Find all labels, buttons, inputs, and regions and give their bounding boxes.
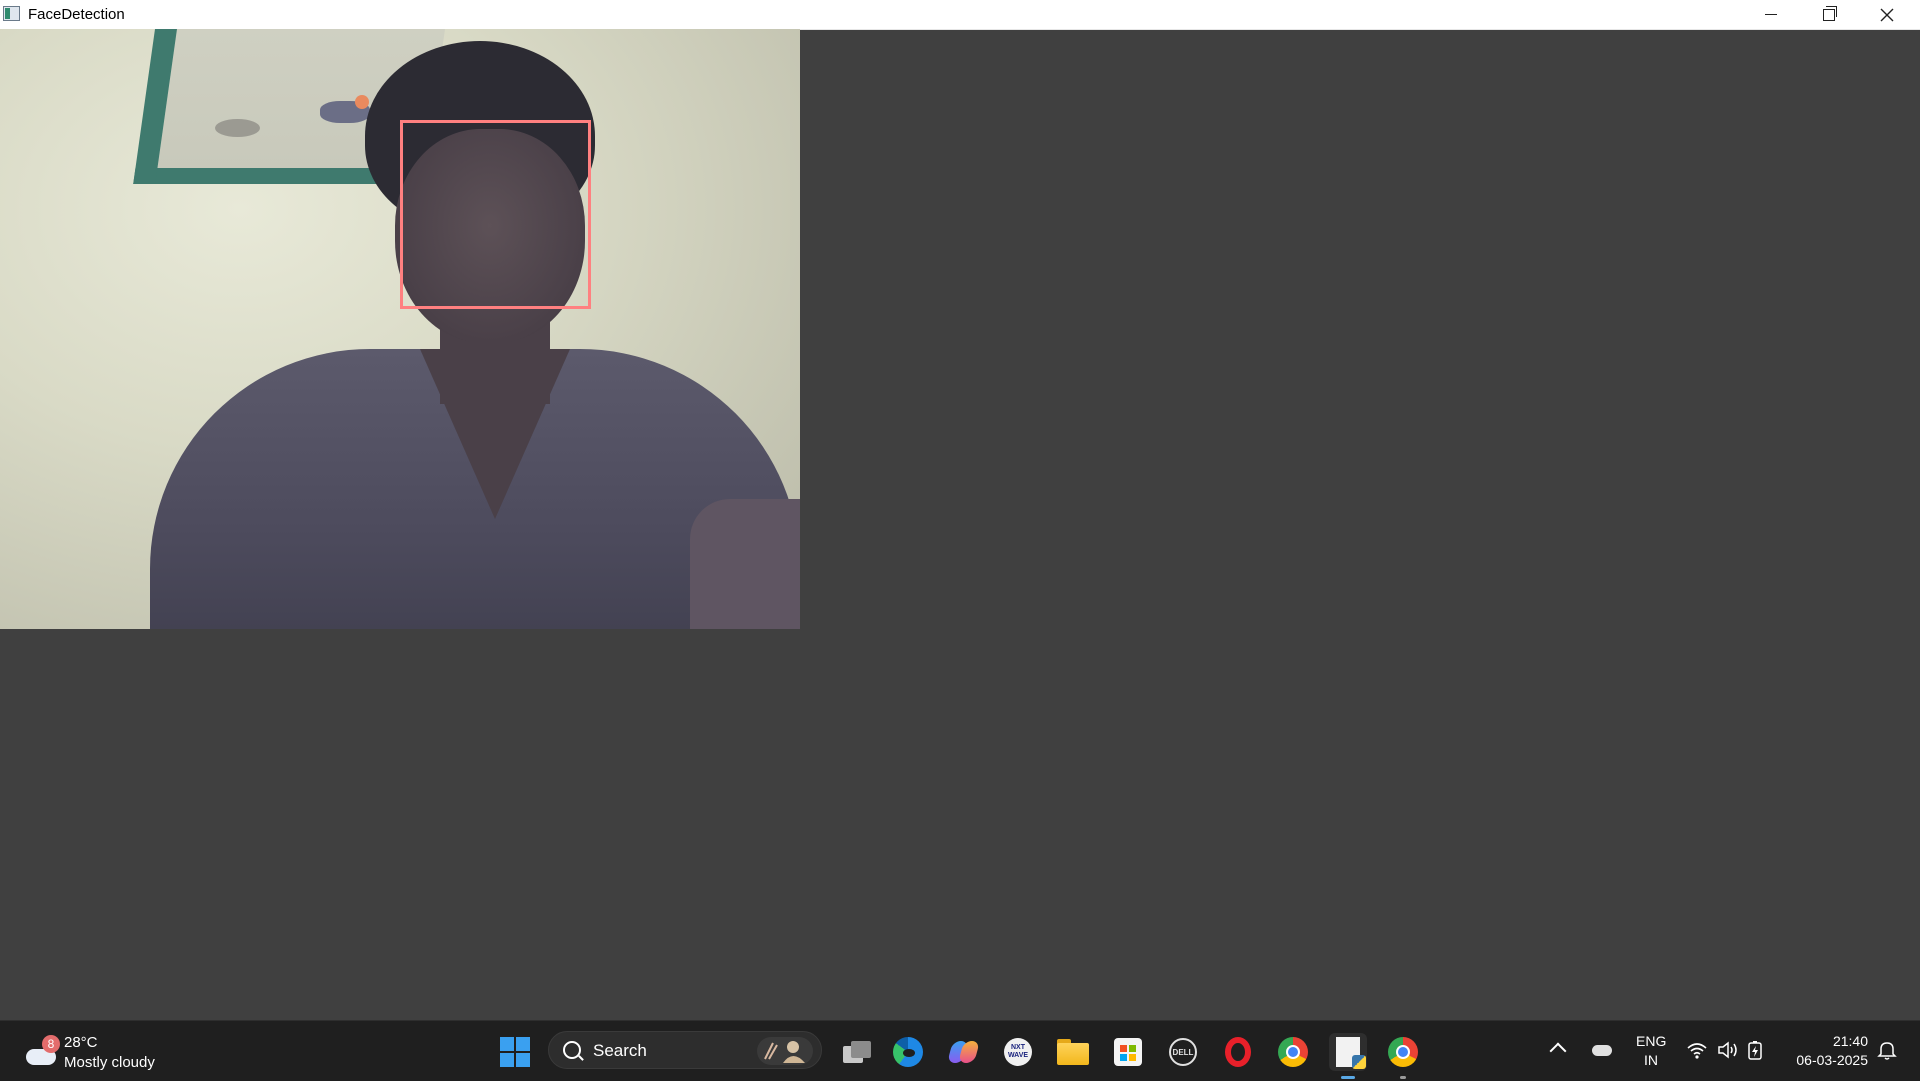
weather-widget[interactable]: 8 28°C Mostly cloudy bbox=[20, 1033, 180, 1073]
file-explorer-button[interactable] bbox=[1054, 1033, 1092, 1071]
notification-bell-icon[interactable] bbox=[1876, 1039, 1898, 1061]
file-explorer-icon bbox=[1057, 1039, 1089, 1065]
close-icon bbox=[1880, 8, 1894, 21]
chrome-icon bbox=[1278, 1037, 1308, 1067]
edge-button[interactable] bbox=[889, 1033, 927, 1071]
microsoft-store-button[interactable] bbox=[1109, 1033, 1147, 1071]
python-app-icon bbox=[1336, 1037, 1366, 1069]
edge-icon bbox=[893, 1037, 923, 1067]
chrome-profile-button[interactable] bbox=[1384, 1033, 1422, 1079]
window-title: FaceDetection bbox=[28, 6, 125, 23]
clock-date[interactable]: 06-03-2025 bbox=[1776, 1052, 1868, 1068]
clock-time[interactable]: 21:40 bbox=[1776, 1033, 1868, 1049]
opera-icon bbox=[1225, 1037, 1251, 1067]
dell-button[interactable]: DELL bbox=[1164, 1033, 1202, 1071]
restore-icon bbox=[1823, 5, 1837, 21]
language-indicator-line1[interactable]: ENG bbox=[1636, 1033, 1666, 1049]
restore-button[interactable] bbox=[1800, 0, 1858, 29]
chrome-button[interactable] bbox=[1274, 1033, 1312, 1071]
cloud-icon: 8 bbox=[24, 1035, 60, 1065]
taskbar-search[interactable]: Search bbox=[548, 1031, 822, 1069]
copilot-button[interactable] bbox=[944, 1033, 982, 1071]
face-detection-box bbox=[400, 120, 591, 309]
chrome-profile-icon bbox=[1388, 1037, 1418, 1067]
search-label: Search bbox=[593, 1041, 647, 1060]
person-arm bbox=[690, 499, 800, 629]
onedrive-cloud-icon[interactable] bbox=[1592, 1045, 1612, 1056]
nxtwave-icon: NXT WAVE bbox=[1004, 1038, 1032, 1066]
opera-button[interactable] bbox=[1219, 1033, 1257, 1071]
wifi-icon[interactable] bbox=[1686, 1039, 1708, 1061]
shelf-object bbox=[215, 119, 260, 137]
copilot-icon bbox=[948, 1037, 978, 1067]
app-window-icon bbox=[3, 6, 20, 21]
search-icon bbox=[563, 1041, 581, 1059]
language-indicator-line2[interactable]: IN bbox=[1636, 1052, 1666, 1068]
weather-badge: 8 bbox=[42, 1035, 60, 1053]
weather-temperature: 28°C bbox=[64, 1034, 98, 1051]
running-app-indicator bbox=[1400, 1076, 1406, 1079]
shelf-object bbox=[355, 95, 369, 109]
microsoft-store-icon bbox=[1114, 1038, 1142, 1066]
camera-feed bbox=[0, 29, 800, 629]
volume-icon[interactable] bbox=[1716, 1039, 1740, 1061]
nxtwave-button[interactable]: NXT WAVE bbox=[999, 1033, 1037, 1071]
battery-charging-icon[interactable] bbox=[1746, 1039, 1766, 1061]
shirt-neckline bbox=[420, 349, 570, 519]
close-button[interactable] bbox=[1858, 0, 1916, 29]
start-icon[interactable] bbox=[500, 1037, 530, 1067]
taskbar: 8 28°C Mostly cloudy Search NXT WAVE DEL… bbox=[0, 1020, 1920, 1081]
weather-condition: Mostly cloudy bbox=[64, 1054, 155, 1071]
task-view-icon bbox=[843, 1041, 871, 1063]
title-bar: FaceDetection bbox=[0, 0, 1920, 30]
search-highlight-icon bbox=[757, 1037, 813, 1065]
python-app-button[interactable] bbox=[1329, 1033, 1367, 1079]
minimize-icon bbox=[1765, 14, 1777, 15]
minimize-button[interactable] bbox=[1742, 0, 1800, 29]
show-hidden-icons-chevron-icon[interactable] bbox=[1549, 1042, 1567, 1060]
active-app-indicator bbox=[1341, 1076, 1355, 1079]
dell-icon: DELL bbox=[1169, 1038, 1197, 1066]
task-view-button[interactable] bbox=[838, 1033, 876, 1071]
